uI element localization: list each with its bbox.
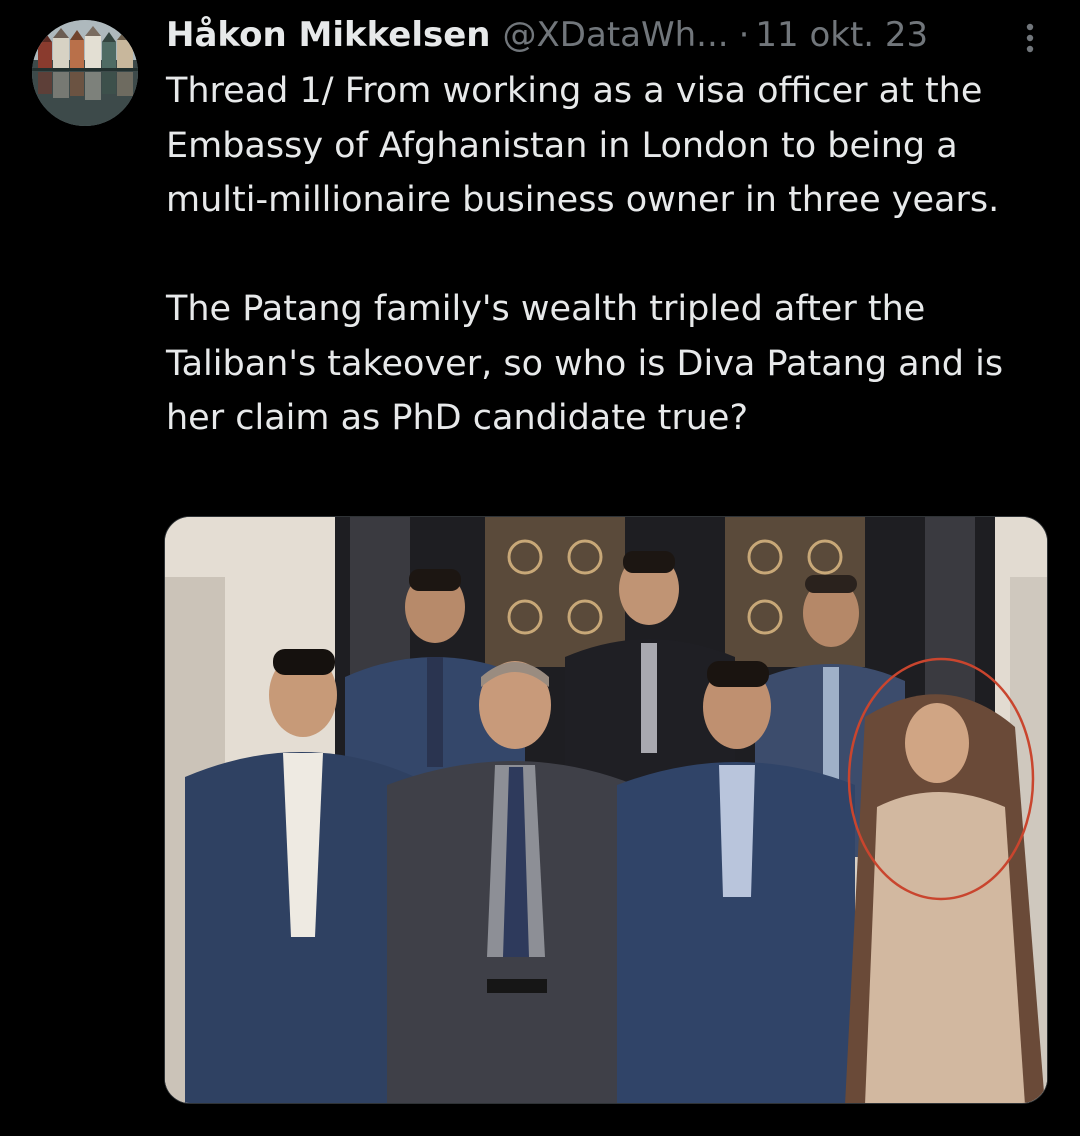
more-vertical-icon bbox=[1026, 23, 1034, 53]
tweet-text: Thread 1/ From working as a visa officer… bbox=[166, 71, 1004, 438]
author-handle[interactable]: @XDataWh... bbox=[503, 15, 729, 55]
tweet-card[interactable]: Håkon Mikkelsen @XDataWh... · 11 okt. 23… bbox=[0, 0, 1080, 1136]
author-name[interactable]: Håkon Mikkelsen bbox=[166, 15, 491, 55]
tweet-media-photo[interactable] bbox=[164, 516, 1048, 1104]
more-options-button[interactable] bbox=[1010, 18, 1050, 58]
author-avatar[interactable] bbox=[32, 20, 138, 126]
tweet-header: Håkon Mikkelsen @XDataWh... · 11 okt. 23 bbox=[166, 10, 928, 60]
avatar-photo-icon bbox=[32, 20, 138, 126]
group-photo-icon bbox=[165, 517, 1047, 1103]
separator-dot: · bbox=[738, 15, 750, 55]
tweet-timestamp[interactable]: 11 okt. 23 bbox=[755, 15, 928, 55]
